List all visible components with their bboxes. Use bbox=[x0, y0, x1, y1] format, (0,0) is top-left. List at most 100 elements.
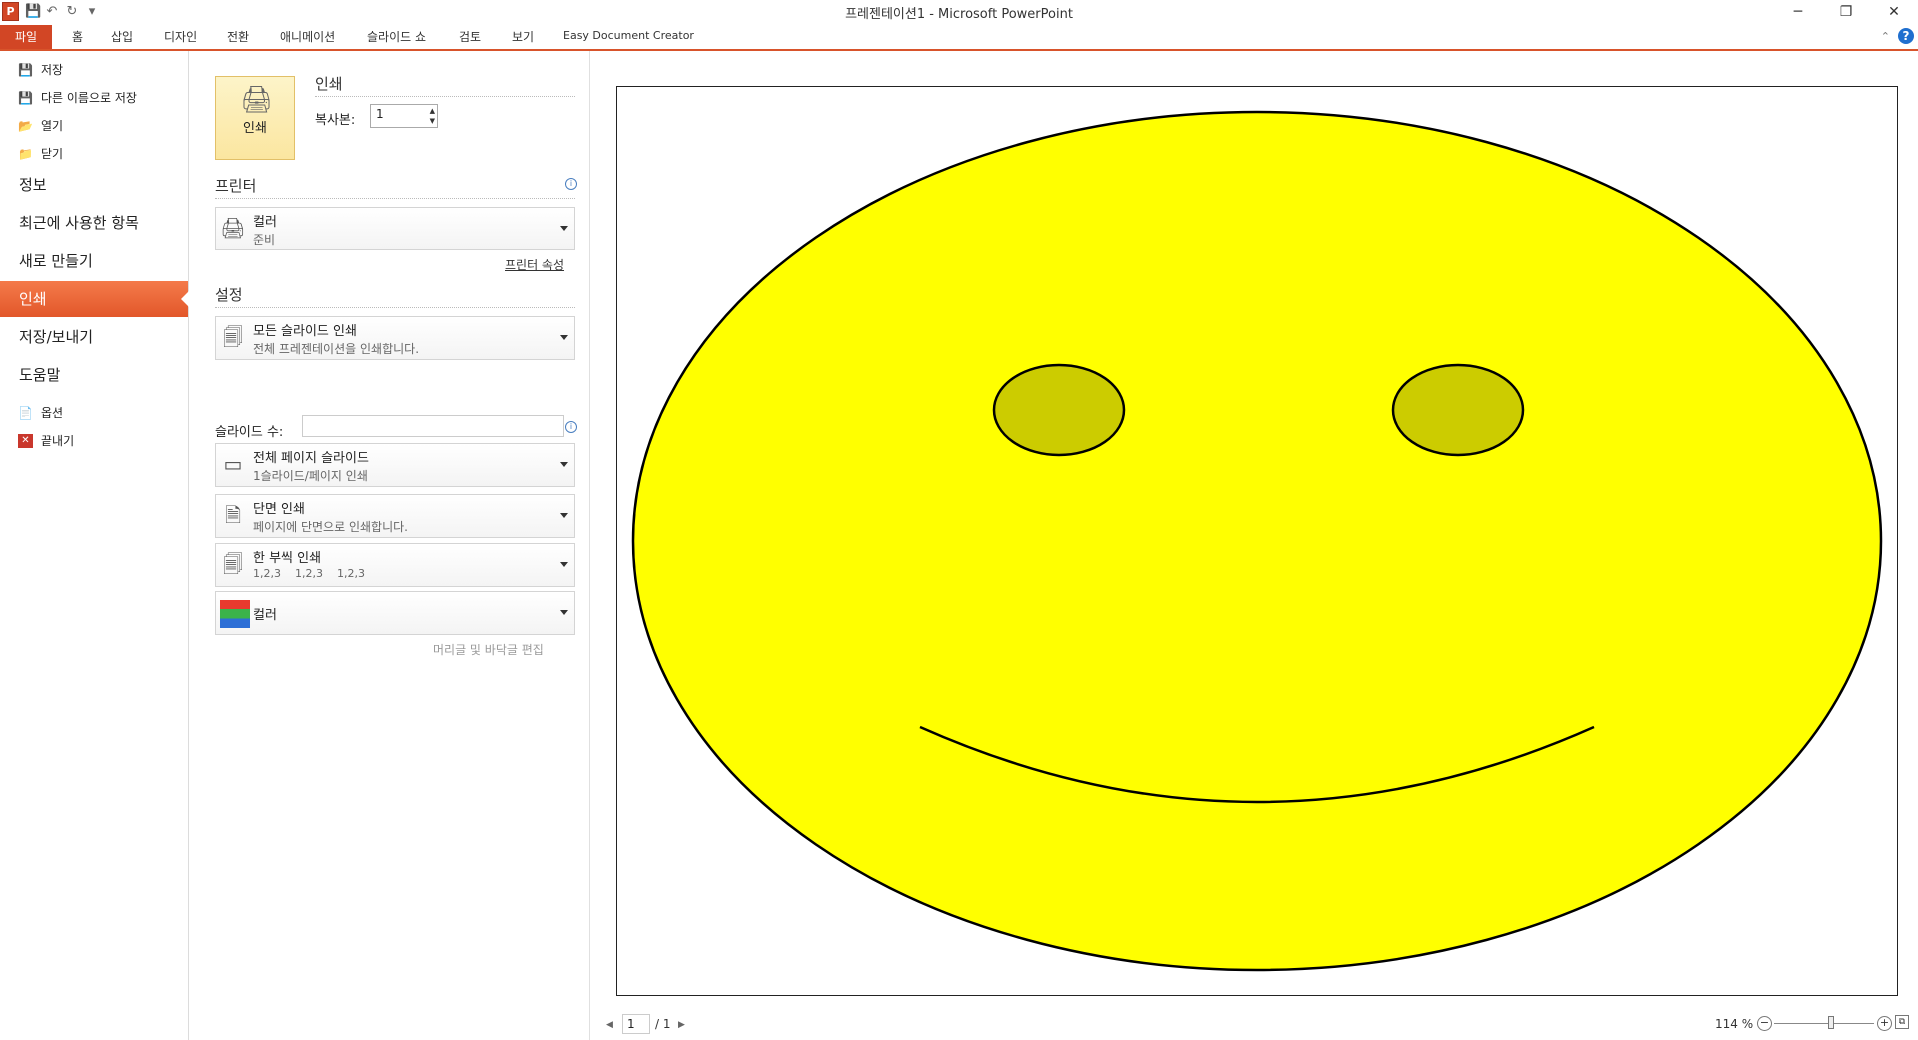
print-range-dropdown[interactable]: 🗐 모든 슬라이드 인쇄 전체 프레젠테이션을 인쇄합니다. bbox=[215, 316, 575, 360]
tab-home[interactable]: 홈 bbox=[72, 28, 83, 45]
printer-dropdown[interactable]: 🖨 컬러 준비 bbox=[215, 207, 575, 250]
chevron-down-icon bbox=[560, 462, 568, 467]
title-bar: P 💾 ↶ ↻ ▾ 프레젠테이션1 - Microsoft PowerPoint… bbox=[0, 0, 1918, 24]
nav-open[interactable]: 📂 열기 bbox=[18, 117, 63, 134]
minimize-ribbon-icon[interactable]: ⌃ bbox=[1881, 30, 1890, 43]
backstage-nav: 💾 저장 💾 다른 이름으로 저장 📂 열기 📁 닫기 정보 최근에 사용한 항… bbox=[0, 51, 189, 1040]
chevron-down-icon bbox=[560, 513, 568, 518]
copies-value: 1 bbox=[376, 107, 384, 121]
print-button-label: 인쇄 bbox=[243, 121, 267, 136]
zoom-slider[interactable] bbox=[1774, 1023, 1874, 1024]
slides-input[interactable] bbox=[302, 415, 564, 437]
zoom-out-icon[interactable]: − bbox=[1757, 1016, 1772, 1031]
sides-dropdown[interactable]: 🗎 단면 인쇄 페이지에 단면으로 인쇄합니다. bbox=[215, 494, 575, 538]
close-folder-icon: 📁 bbox=[18, 146, 33, 161]
nav-help[interactable]: 도움말 bbox=[0, 357, 188, 393]
chevron-down-icon bbox=[560, 225, 568, 231]
printer-properties-link[interactable]: 프린터 속성 bbox=[505, 256, 564, 273]
nav-exit-label: 끝내기 bbox=[41, 434, 75, 448]
layout-dropdown[interactable]: ▭ 전체 페이지 슬라이드 1슬라이드/페이지 인쇄 bbox=[215, 443, 575, 487]
chevron-down-icon bbox=[560, 610, 568, 615]
help-icon[interactable]: ? bbox=[1898, 28, 1914, 44]
exit-icon: ✕ bbox=[18, 433, 33, 448]
color-title: 컬러 bbox=[253, 608, 277, 623]
printer-icon: 🖨 bbox=[240, 85, 274, 115]
color-dropdown[interactable]: 컬러 bbox=[215, 591, 575, 635]
preview-status-bar: ◀ 1 / 1 ▶ 114 % − + ⧉ bbox=[590, 1011, 1918, 1040]
nav-save-send[interactable]: 저장/보내기 bbox=[0, 319, 188, 355]
chevron-down-icon bbox=[560, 335, 568, 340]
layout-title: 전체 페이지 슬라이드 bbox=[253, 451, 369, 466]
collate-icon: 🗐 bbox=[223, 552, 243, 576]
nav-options[interactable]: 📄 옵션 bbox=[18, 404, 63, 421]
tab-design[interactable]: 디자인 bbox=[164, 28, 197, 45]
nav-close[interactable]: 📁 닫기 bbox=[18, 145, 63, 162]
next-page-icon[interactable]: ▶ bbox=[678, 1020, 685, 1030]
left-eye-shape bbox=[992, 363, 1126, 457]
print-range-title: 모든 슬라이드 인쇄 bbox=[253, 324, 357, 339]
tab-transitions[interactable]: 전환 bbox=[227, 28, 249, 45]
tab-insert[interactable]: 삽입 bbox=[111, 28, 133, 45]
layout-sub: 1슬라이드/페이지 인쇄 bbox=[253, 469, 368, 483]
print-range-sub: 전체 프레젠테이션을 인쇄합니다. bbox=[253, 342, 420, 356]
close-button[interactable]: ✕ bbox=[1870, 0, 1918, 24]
window-title: 프레젠테이션1 - Microsoft PowerPoint bbox=[845, 7, 1073, 22]
nav-info[interactable]: 정보 bbox=[0, 167, 188, 203]
header-footer-link[interactable]: 머리글 및 바닥글 편집 bbox=[433, 641, 544, 658]
zoom-in-icon[interactable]: + bbox=[1877, 1016, 1892, 1031]
copies-stepper[interactable]: 1 ▲ ▼ bbox=[370, 104, 438, 128]
nav-open-label: 열기 bbox=[41, 119, 64, 133]
print-button[interactable]: 🖨 인쇄 bbox=[215, 76, 295, 160]
tab-slideshow[interactable]: 슬라이드 쇼 bbox=[367, 28, 426, 45]
nav-save-as[interactable]: 💾 다른 이름으로 저장 bbox=[18, 89, 137, 106]
nav-recent[interactable]: 최근에 사용한 항목 bbox=[0, 205, 188, 241]
fit-to-window-icon[interactable]: ⧉ bbox=[1895, 1015, 1909, 1029]
printer-status: 준비 bbox=[253, 233, 276, 247]
open-folder-icon: 📂 bbox=[18, 118, 33, 133]
slides-stack-icon: 🗐 bbox=[223, 325, 243, 349]
tab-view[interactable]: 보기 bbox=[512, 28, 534, 45]
tab-easy-document-creator[interactable]: Easy Document Creator bbox=[563, 29, 694, 42]
face-shape bbox=[631, 110, 1883, 972]
zoom-level[interactable]: 114 % bbox=[1715, 1017, 1753, 1031]
minimize-button[interactable]: ─ bbox=[1774, 0, 1822, 24]
spin-arrows-icon[interactable]: ▲ ▼ bbox=[430, 106, 435, 126]
print-header: 인쇄 bbox=[315, 75, 343, 93]
info-icon[interactable]: i bbox=[565, 421, 577, 433]
smiley-face-slide bbox=[631, 110, 1883, 972]
tab-file[interactable]: 파일 bbox=[0, 25, 52, 49]
print-preview: ◀ 1 / 1 ▶ 114 % − + ⧉ bbox=[590, 51, 1918, 1040]
tab-animations[interactable]: 애니메이션 bbox=[280, 28, 335, 45]
right-eye-shape bbox=[1391, 363, 1525, 457]
sides-sub: 페이지에 단면으로 인쇄합니다. bbox=[253, 520, 408, 534]
divider bbox=[215, 307, 575, 308]
collate-dropdown[interactable]: 🗐 한 부씩 인쇄 1,2,3 1,2,3 1,2,3 bbox=[215, 543, 575, 587]
one-sided-icon: 🗎 bbox=[224, 503, 242, 527]
sides-title: 단면 인쇄 bbox=[253, 502, 305, 517]
nav-save-label: 저장 bbox=[41, 63, 64, 77]
info-icon[interactable]: i bbox=[565, 178, 577, 190]
collate-title: 한 부씩 인쇄 bbox=[253, 551, 322, 566]
page-total: / 1 bbox=[655, 1017, 671, 1031]
ribbon-tabs: 파일 홈 삽입 디자인 전환 애니메이션 슬라이드 쇼 검토 보기 Easy D… bbox=[0, 25, 1918, 51]
nav-options-label: 옵션 bbox=[41, 406, 64, 420]
slides-label: 슬라이드 수: bbox=[215, 425, 284, 440]
save-as-icon: 💾 bbox=[18, 90, 33, 105]
chevron-down-icon bbox=[560, 562, 568, 567]
divider bbox=[215, 198, 575, 199]
tab-review[interactable]: 검토 bbox=[459, 28, 481, 45]
previous-page-icon[interactable]: ◀ bbox=[606, 1020, 613, 1030]
window-controls: ─ ❐ ✕ bbox=[1774, 0, 1918, 24]
nav-save[interactable]: 💾 저장 bbox=[18, 61, 63, 78]
settings-header: 설정 bbox=[215, 286, 243, 304]
nav-new[interactable]: 새로 만들기 bbox=[0, 243, 188, 279]
collate-sub: 1,2,3 1,2,3 1,2,3 bbox=[253, 567, 365, 580]
nav-print[interactable]: 인쇄 bbox=[0, 281, 189, 317]
options-icon: 📄 bbox=[18, 405, 33, 420]
nav-exit[interactable]: ✕ 끝내기 bbox=[18, 432, 74, 449]
restore-button[interactable]: ❐ bbox=[1822, 0, 1870, 24]
page-number-input[interactable]: 1 bbox=[622, 1014, 650, 1034]
print-settings-panel: 🖨 인쇄 인쇄 복사본: 1 ▲ ▼ 프린터 i 🖨 컬러 준비 프린터 속성 설… bbox=[189, 51, 590, 1040]
zoom-slider-thumb[interactable] bbox=[1828, 1016, 1834, 1029]
full-page-slide-icon: ▭ bbox=[223, 452, 243, 476]
